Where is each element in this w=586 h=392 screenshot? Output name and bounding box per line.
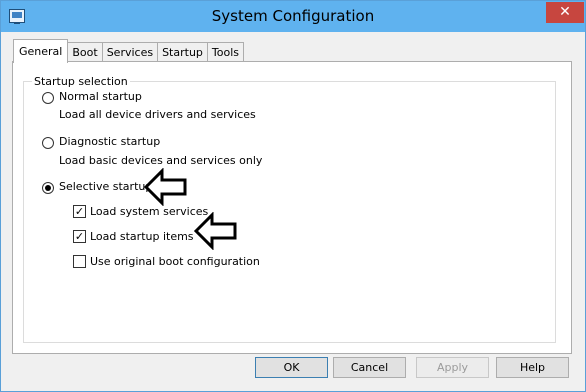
tab-startup[interactable]: Startup	[157, 42, 208, 62]
dialog-body: General Boot Services Startup Tools Star…	[7, 32, 579, 385]
diagnostic-startup-description: Load basic devices and services only	[59, 154, 263, 167]
cancel-button[interactable]: Cancel	[333, 357, 406, 378]
use-original-boot-configuration-checkbox[interactable]	[73, 255, 86, 268]
help-button[interactable]: Help	[496, 357, 569, 378]
load-system-services-label[interactable]: Load system services	[90, 205, 208, 218]
normal-startup-label[interactable]: Normal startup	[59, 90, 142, 103]
load-system-services-checkbox[interactable]: ✓	[73, 205, 86, 218]
tab-general[interactable]: General	[13, 39, 69, 63]
startup-selection-label: Startup selection	[32, 75, 130, 88]
arrow-pointer-icon	[144, 168, 187, 206]
diagnostic-startup-radio[interactable]	[42, 137, 54, 149]
tab-strip: General Boot Services Startup Tools	[13, 39, 245, 63]
selective-startup-radio[interactable]	[42, 182, 54, 194]
tab-boot[interactable]: Boot	[67, 42, 103, 62]
arrow-pointer-icon	[194, 212, 237, 250]
use-original-boot-configuration-label[interactable]: Use original boot configuration	[90, 255, 260, 268]
diagnostic-startup-label[interactable]: Diagnostic startup	[59, 135, 160, 148]
close-button[interactable]: ✕	[546, 2, 584, 23]
ok-button[interactable]: OK	[255, 357, 328, 378]
normal-startup-description: Load all device drivers and services	[59, 108, 256, 121]
load-startup-items-label[interactable]: Load startup items	[90, 230, 194, 243]
system-configuration-window: System Configuration ✕ General Boot Serv…	[0, 0, 586, 392]
selective-startup-label[interactable]: Selective startup	[59, 180, 152, 193]
tab-tools[interactable]: Tools	[206, 42, 245, 62]
load-startup-items-checkbox[interactable]: ✓	[73, 230, 86, 243]
tab-services[interactable]: Services	[101, 42, 159, 62]
window-title: System Configuration	[211, 7, 375, 25]
title-bar[interactable]: System Configuration ✕	[1, 1, 585, 32]
startup-selection-group: Startup selection Normal startup Load al…	[23, 75, 556, 343]
apply-button[interactable]: Apply	[416, 357, 489, 378]
normal-startup-radio[interactable]	[42, 92, 54, 104]
general-tab-panel: Startup selection Normal startup Load al…	[12, 61, 572, 354]
